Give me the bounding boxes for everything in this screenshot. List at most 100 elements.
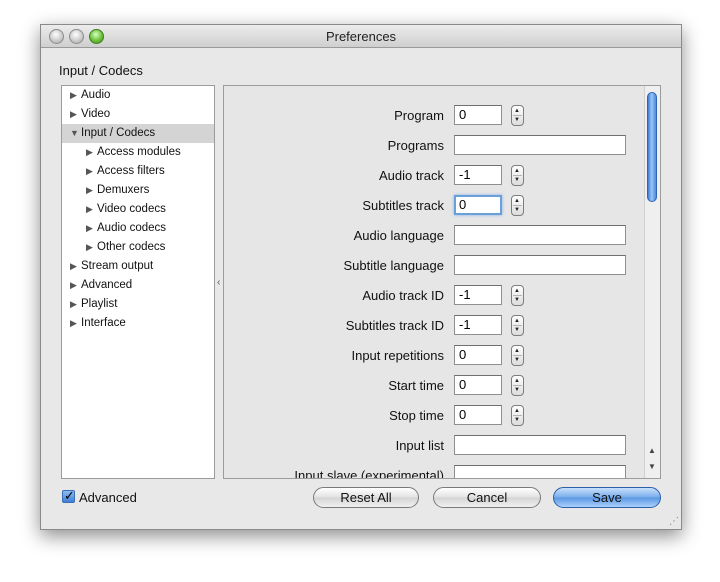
tree-item-label: Playlist [81,298,118,310]
cancel-button[interactable]: Cancel [433,487,541,508]
stepper[interactable]: ▲ ▼ [511,285,524,306]
field-label: Audio language [353,228,444,243]
stepper[interactable]: ▲ ▼ [511,405,524,426]
stepper-up-icon[interactable]: ▲ [514,108,520,114]
stepper-up-icon[interactable]: ▲ [514,378,520,384]
field-label: Input slave (experimental) [294,468,444,479]
stepper[interactable]: ▲ ▼ [511,105,524,126]
number-field[interactable]: 0 [454,375,502,395]
stepper-down-icon[interactable]: ▼ [514,327,520,333]
tree-item[interactable]: ▼ Input / Codecs [62,124,214,143]
tree-item[interactable]: ▶ Audio [62,86,214,105]
tree-item-label: Access filters [97,165,165,177]
field-label: Program [394,108,444,123]
disclosure-expanded-icon[interactable]: ▼ [70,124,79,143]
text-field[interactable] [454,135,626,155]
tree-item-label: Stream output [81,260,154,272]
resize-grip-icon[interactable]: ⋰ [669,516,679,527]
disclosure-collapsed-icon[interactable]: ▶ [70,257,77,276]
stepper-down-icon[interactable]: ▼ [514,357,520,363]
number-field[interactable]: 0 [454,405,502,425]
save-button[interactable]: Save [553,487,661,508]
stepper-down-icon[interactable]: ▼ [514,417,520,423]
tree-item-label: Audio codecs [97,222,167,234]
tree-item[interactable]: ▶ Interface [62,314,214,333]
tree-item[interactable]: ▶ Audio codecs [62,219,214,238]
reset-all-button[interactable]: Reset All [313,487,419,508]
stepper-down-icon[interactable]: ▼ [514,177,520,183]
tree-item[interactable]: ▶ Stream output [62,257,214,276]
disclosure-collapsed-icon[interactable]: ▶ [70,105,77,124]
field-label: Subtitles track ID [345,318,444,333]
disclosure-collapsed-icon[interactable]: ▶ [86,143,93,162]
field-label: Stop time [389,408,444,423]
number-field[interactable]: 0 [454,345,502,365]
number-field[interactable]: 0 [454,105,502,125]
tree-item[interactable]: ▶ Playlist [62,295,214,314]
stepper[interactable]: ▲ ▼ [511,165,524,186]
field-label: Programs [387,138,444,153]
text-field[interactable] [454,225,626,245]
settings-panel: ▲ ▼ Program 0 ▲ ▼ Programs Audio track -1 ▲ ▼ Sub… [223,85,661,479]
category-tree[interactable]: ▶ Audio ▶ Video ▼ Input / Codecs ▶ Access modul… [61,85,215,479]
stepper-up-icon[interactable]: ▲ [514,168,520,174]
preferences-window: Preferences Input / Codecs ▶ Audio ▶ Video ▼… [40,24,682,530]
stepper-up-icon[interactable]: ▲ [514,408,520,414]
number-field[interactable]: -1 [454,165,502,185]
disclosure-collapsed-icon[interactable]: ▶ [86,162,93,181]
number-field[interactable]: 0 [454,195,502,215]
stepper-up-icon[interactable]: ▲ [514,318,520,324]
field-label: Audio track ID [362,288,444,303]
tree-item[interactable]: ▶ Other codecs [62,238,214,257]
disclosure-collapsed-icon[interactable]: ▶ [86,200,93,219]
scrollbar-thumb[interactable] [647,92,657,202]
tree-item-label: Input / Codecs [81,127,156,139]
disclosure-collapsed-icon[interactable]: ▶ [86,238,93,257]
scroll-up-icon[interactable]: ▲ [648,446,656,455]
stepper-down-icon[interactable]: ▼ [514,207,520,213]
title-bar[interactable]: Preferences [41,25,681,48]
text-field[interactable] [454,255,626,275]
tree-item[interactable]: ▶ Advanced [62,276,214,295]
section-title: Input / Codecs [59,63,143,78]
stepper-down-icon[interactable]: ▼ [514,387,520,393]
text-field[interactable] [454,435,626,455]
scroll-down-icon[interactable]: ▼ [648,462,656,471]
tree-item-label: Demuxers [97,184,150,196]
checkmark-icon: ✓ [64,488,75,503]
tree-item[interactable]: ▶ Access filters [62,162,214,181]
number-field[interactable]: -1 [454,285,502,305]
advanced-checkbox[interactable]: ✓ [62,488,75,503]
disclosure-collapsed-icon[interactable]: ▶ [70,276,77,295]
field-label: Input list [395,438,444,453]
stepper-down-icon[interactable]: ▼ [514,117,520,123]
panel-scrollbar[interactable]: ▲ ▼ [644,86,660,478]
stepper[interactable]: ▲ ▼ [511,195,524,216]
stepper-down-icon[interactable]: ▼ [514,297,520,303]
stepper[interactable]: ▲ ▼ [511,315,524,336]
field-label: Audio track [378,168,444,183]
field-label: Input repetitions [351,348,444,363]
stepper-up-icon[interactable]: ▲ [514,198,520,204]
field-label: Subtitle language [343,258,444,273]
stepper-up-icon[interactable]: ▲ [514,348,520,354]
tree-item-label: Other codecs [97,241,166,253]
disclosure-collapsed-icon[interactable]: ▶ [70,314,77,333]
text-field[interactable] [454,465,626,478]
disclosure-collapsed-icon[interactable]: ▶ [70,295,77,314]
stepper-up-icon[interactable]: ▲ [514,288,520,294]
advanced-checkbox-label[interactable]: Advanced [79,490,137,505]
tree-item[interactable]: ▶ Access modules [62,143,214,162]
disclosure-collapsed-icon[interactable]: ▶ [86,181,93,200]
tree-item[interactable]: ▶ Video codecs [62,200,214,219]
tree-item[interactable]: ▶ Demuxers [62,181,214,200]
splitter-handle[interactable]: ‹ [217,277,220,288]
tree-item[interactable]: ▶ Video [62,105,214,124]
stepper[interactable]: ▲ ▼ [511,345,524,366]
stepper[interactable]: ▲ ▼ [511,375,524,396]
tree-item-label: Advanced [81,279,133,291]
disclosure-collapsed-icon[interactable]: ▶ [70,86,77,105]
disclosure-collapsed-icon[interactable]: ▶ [86,219,93,238]
number-field[interactable]: -1 [454,315,502,335]
tree-item-label: Video codecs [97,203,166,215]
